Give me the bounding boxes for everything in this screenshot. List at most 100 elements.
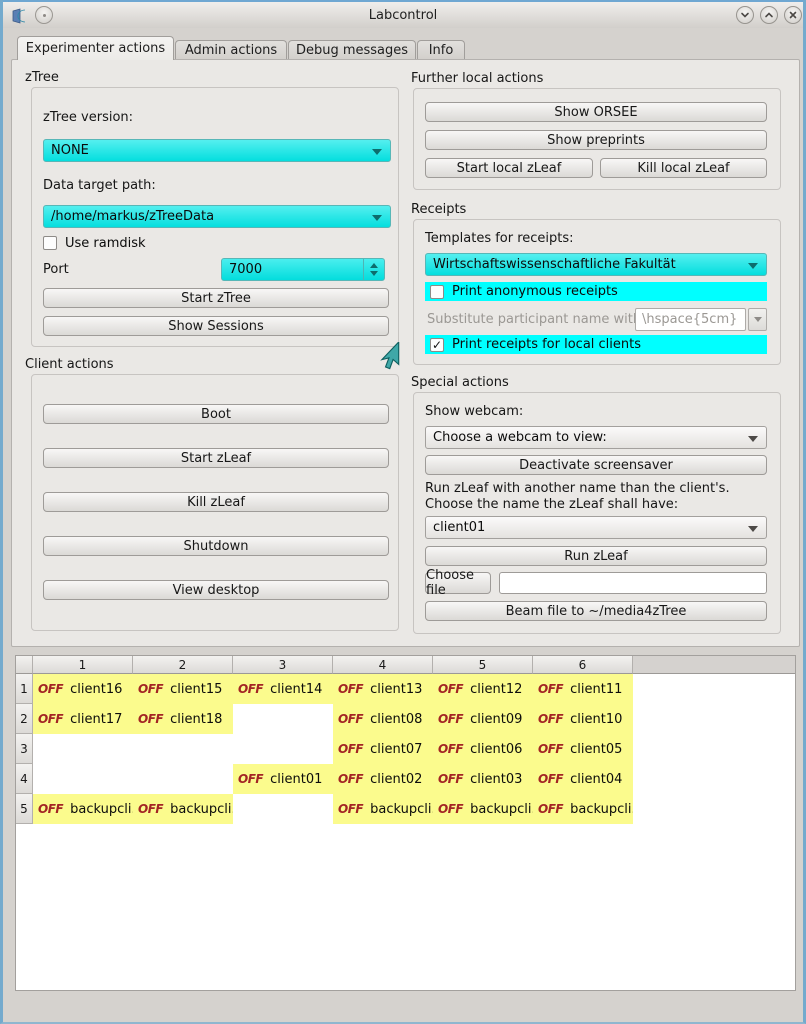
tab-label: Experimenter actions <box>26 41 165 56</box>
deactivate-screensaver-button[interactable]: Deactivate screensaver <box>425 455 767 475</box>
checkbox-box <box>430 285 444 299</box>
show-webcam-label: Show webcam: <box>425 404 523 419</box>
view-desktop-button[interactable]: View desktop <box>43 580 389 600</box>
client-name: client14 <box>270 682 322 697</box>
client-cell[interactable]: OFFclient15 <box>133 674 233 704</box>
tab-experimenter-actions[interactable]: Experimenter actions <box>17 36 174 60</box>
client-status-off: OFF <box>338 742 363 756</box>
column-header[interactable]: 6 <box>533 656 633 674</box>
choose-file-button[interactable]: Choose file <box>425 572 491 594</box>
client-cell[interactable]: OFFclient09 <box>433 704 533 734</box>
client-cell[interactable]: OFFclient18 <box>133 704 233 734</box>
client-cell[interactable]: OFFclient16 <box>33 674 133 704</box>
show-sessions-button[interactable]: Show Sessions <box>43 316 389 336</box>
client-cell[interactable]: OFFclient03 <box>433 764 533 794</box>
client-cell[interactable]: OFFclient14 <box>233 674 333 704</box>
table-row: 2OFFclient17OFFclient18OFFclient08OFFcli… <box>16 704 795 734</box>
file-path-input[interactable] <box>499 572 767 594</box>
start-local-zleaf-button[interactable]: Start local zLeaf <box>425 158 593 178</box>
client-status-off: OFF <box>238 772 263 786</box>
client-status-off: OFF <box>38 802 63 816</box>
chevron-down-icon <box>754 317 762 322</box>
client-name: client18 <box>170 712 222 727</box>
port-spinbox[interactable]: 7000 <box>221 258 385 281</box>
client-status-off: OFF <box>338 682 363 696</box>
column-header[interactable]: 4 <box>333 656 433 674</box>
column-header[interactable]: 3 <box>233 656 333 674</box>
data-path-combobox[interactable]: /home/markus/zTreeData <box>43 205 391 228</box>
tab-info[interactable]: Info <box>417 40 465 60</box>
tab-label: Admin actions <box>185 43 277 58</box>
client-cell[interactable]: OFFclient04 <box>533 764 633 794</box>
row-header[interactable]: 3 <box>16 734 33 764</box>
client-cell[interactable]: OFFclient06 <box>433 734 533 764</box>
chevron-down-icon <box>740 10 750 20</box>
client-name: client01 <box>270 772 322 787</box>
client-cell[interactable]: OFFclient11 <box>533 674 633 704</box>
ztree-version-combobox[interactable]: NONE <box>43 139 391 162</box>
webcam-value: Choose a webcam to view: <box>433 430 607 445</box>
close-button[interactable] <box>784 6 802 24</box>
start-ztree-button[interactable]: Start zTree <box>43 288 389 308</box>
table-corner <box>16 656 33 674</box>
kill-local-zleaf-button[interactable]: Kill local zLeaf <box>600 158 767 178</box>
tab-debug-messages[interactable]: Debug messages <box>288 40 416 60</box>
client-status-off: OFF <box>338 772 363 786</box>
client-cell[interactable]: OFFbackupcli... <box>33 794 133 824</box>
data-path-value: /home/markus/zTreeData <box>51 209 214 224</box>
table-row: 5OFFbackupcli...OFFbackupcli...OFFbackup… <box>16 794 795 824</box>
row-header[interactable]: 5 <box>16 794 33 824</box>
shutdown-button[interactable]: Shutdown <box>43 536 389 556</box>
use-ramdisk-checkbox[interactable]: Use ramdisk <box>43 235 243 251</box>
spin-buttons[interactable] <box>363 259 384 280</box>
zleaf-name-combobox[interactable]: client01 <box>425 516 767 539</box>
spin-up-icon <box>370 263 378 268</box>
client-cell[interactable]: OFFclient05 <box>533 734 633 764</box>
boot-button[interactable]: Boot <box>43 404 389 424</box>
column-header[interactable]: 2 <box>133 656 233 674</box>
port-value: 7000 <box>229 262 262 277</box>
empty-cell <box>233 704 333 734</box>
maximize-button[interactable] <box>760 6 778 24</box>
run-zleaf-button[interactable]: Run zLeaf <box>425 546 767 566</box>
print-anonymous-checkbox[interactable]: Print anonymous receipts <box>425 282 767 301</box>
tab-admin-actions[interactable]: Admin actions <box>175 40 287 60</box>
client-name: client13 <box>370 682 422 697</box>
client-cell[interactable]: OFFbackupcli... <box>133 794 233 824</box>
client-cell[interactable]: OFFclient10 <box>533 704 633 734</box>
minimize-button[interactable] <box>736 6 754 24</box>
client-cell[interactable]: OFFclient12 <box>433 674 533 704</box>
column-header[interactable]: 5 <box>433 656 533 674</box>
client-cell[interactable]: OFF client01 <box>233 764 333 794</box>
tab-label: Info <box>429 43 454 58</box>
client-name: backupcli... <box>170 802 233 817</box>
webcam-combobox[interactable]: Choose a webcam to view: <box>425 426 767 449</box>
client-status-off: OFF <box>538 682 563 696</box>
chevron-down-icon <box>372 149 382 155</box>
client-status-table[interactable]: 123456 1OFFclient16OFFclient15OFFclient1… <box>15 655 796 991</box>
start-zleaf-button[interactable]: Start zLeaf <box>43 448 389 468</box>
client-name: client06 <box>470 742 522 757</box>
run-note-line2: Choose the name the zLeaf shall have: <box>425 497 678 512</box>
client-cell[interactable]: OFFclient07 <box>333 734 433 764</box>
kill-zleaf-button[interactable]: Kill zLeaf <box>43 492 389 512</box>
receipt-template-combobox[interactable]: Wirtschaftswissenschaftliche Fakultät <box>425 253 767 276</box>
client-cell[interactable]: OFFclient08 <box>333 704 433 734</box>
client-cell[interactable]: OFFbackupcli... <box>433 794 533 824</box>
column-header[interactable]: 1 <box>33 656 133 674</box>
client-cell[interactable]: OFFbackupcli... <box>333 794 433 824</box>
row-header[interactable]: 1 <box>16 674 33 704</box>
client-status-off: OFF <box>538 802 563 816</box>
beam-file-button[interactable]: Beam file to ~/media4zTree <box>425 601 767 621</box>
show-preprints-button[interactable]: Show preprints <box>425 130 767 150</box>
show-orsee-button[interactable]: Show ORSEE <box>425 102 767 122</box>
row-header[interactable]: 2 <box>16 704 33 734</box>
client-cell[interactable]: OFFclient17 <box>33 704 133 734</box>
client-cell[interactable]: OFFclient02 <box>333 764 433 794</box>
row-header[interactable]: 4 <box>16 764 33 794</box>
print-local-clients-checkbox[interactable]: ✓ Print receipts for local clients <box>425 335 767 354</box>
client-cell[interactable]: OFF client13 <box>333 674 433 704</box>
substitute-name-label: Substitute participant name with <box>427 312 641 327</box>
substitute-name-combobox: \hspace{5cm} <box>635 308 746 331</box>
client-cell[interactable]: OFFbackupcli... <box>533 794 633 824</box>
